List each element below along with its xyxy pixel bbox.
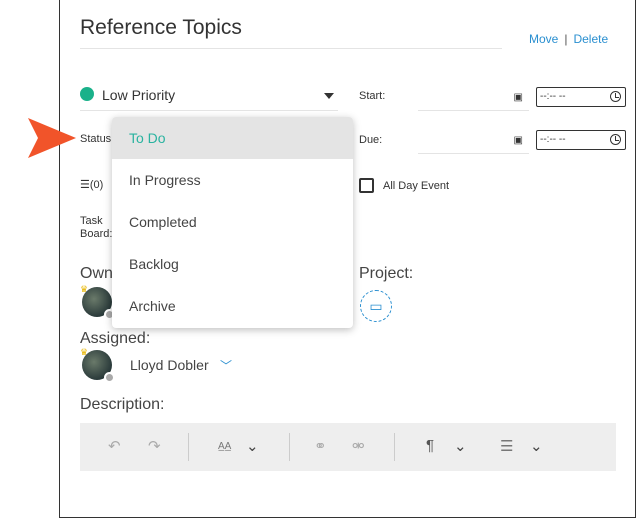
status-option-to-do[interactable]: To Do: [112, 117, 353, 159]
comments-button[interactable]: ☰(0): [80, 178, 103, 191]
due-time-placeholder: --:-- --: [540, 134, 566, 145]
status-dropdown-menu: To Do In Progress Completed Backlog Arch…: [112, 117, 353, 328]
unlink-icon[interactable]: ⚮: [352, 437, 365, 455]
clock-icon: [610, 134, 621, 145]
link-icon[interactable]: ⚭: [314, 437, 327, 455]
calendar-icon[interactable]: ▣: [514, 135, 523, 146]
header-actions: Move | Delete: [529, 32, 608, 46]
move-link[interactable]: Move: [529, 32, 558, 46]
caret-down-icon: [324, 93, 334, 99]
start-date-input[interactable]: ▣: [418, 84, 529, 111]
chevron-down-icon[interactable]: ﹀: [220, 357, 232, 374]
toolbar-divider: [394, 433, 395, 461]
description-label: Description:: [80, 396, 165, 413]
all-day-label: All Day Event: [383, 180, 450, 192]
start-label: Start:: [359, 90, 386, 102]
task-board-line2: Board:: [80, 228, 113, 240]
separator: |: [564, 32, 568, 46]
assignee-avatar[interactable]: ♛: [80, 347, 115, 383]
undo-icon[interactable]: ↶: [108, 437, 121, 455]
start-time-input[interactable]: --:-- --: [536, 87, 626, 107]
crown-icon: ♛: [80, 284, 89, 294]
task-board-label: Task Board:: [80, 215, 112, 241]
assigned-label: Assigned:: [80, 330, 151, 347]
due-date-input[interactable]: ▣: [418, 127, 529, 154]
crown-icon: ♛: [80, 347, 89, 357]
chevron-down-icon[interactable]: ⌄: [530, 437, 543, 455]
owner-avatar[interactable]: ♛: [80, 284, 115, 320]
list-icon[interactable]: ☰: [500, 437, 513, 455]
editor-toolbar: ↶ ↷ A̲A̲ ⌄ ⚭ ⚮ ¶ ⌄ ☰ ⌄: [80, 423, 616, 471]
chevron-down-icon[interactable]: ⌄: [246, 437, 259, 455]
paragraph-icon[interactable]: ¶: [426, 437, 434, 454]
calendar-icon[interactable]: ▣: [514, 92, 523, 103]
all-day-checkbox[interactable]: [359, 178, 374, 193]
status-option-archive[interactable]: Archive: [112, 285, 353, 327]
status-option-completed[interactable]: Completed: [112, 201, 353, 243]
clock-icon: [610, 91, 621, 102]
presence-indicator: [104, 372, 115, 383]
chevron-down-icon[interactable]: ⌄: [454, 437, 467, 455]
delete-link[interactable]: Delete: [573, 32, 608, 46]
assignee-name[interactable]: Lloyd Dobler: [130, 357, 209, 373]
toolbar-divider: [188, 433, 189, 461]
priority-label: Low Priority: [102, 87, 176, 103]
start-time-placeholder: --:-- --: [540, 91, 566, 102]
project-label: Project:: [359, 265, 414, 282]
status-option-in-progress[interactable]: In Progress: [112, 159, 353, 201]
due-label: Due:: [359, 134, 383, 146]
task-board-line1: Task: [80, 215, 103, 227]
priority-dot: [80, 87, 94, 101]
priority-select[interactable]: Low Priority: [80, 84, 338, 111]
task-title[interactable]: Reference Topics: [80, 16, 502, 49]
redo-icon[interactable]: ↷: [148, 437, 161, 455]
folder-icon[interactable]: ▭: [360, 290, 392, 322]
callout-arrow-notch: [28, 118, 38, 158]
comment-icon: ☰: [80, 179, 90, 191]
status-option-backlog[interactable]: Backlog: [112, 243, 353, 285]
due-time-input[interactable]: --:-- --: [536, 130, 626, 150]
status-label: Status: [80, 133, 112, 145]
comments-count: (0): [89, 179, 104, 191]
toolbar-divider: [289, 433, 290, 461]
font-size-icon[interactable]: A̲A̲: [218, 441, 231, 452]
